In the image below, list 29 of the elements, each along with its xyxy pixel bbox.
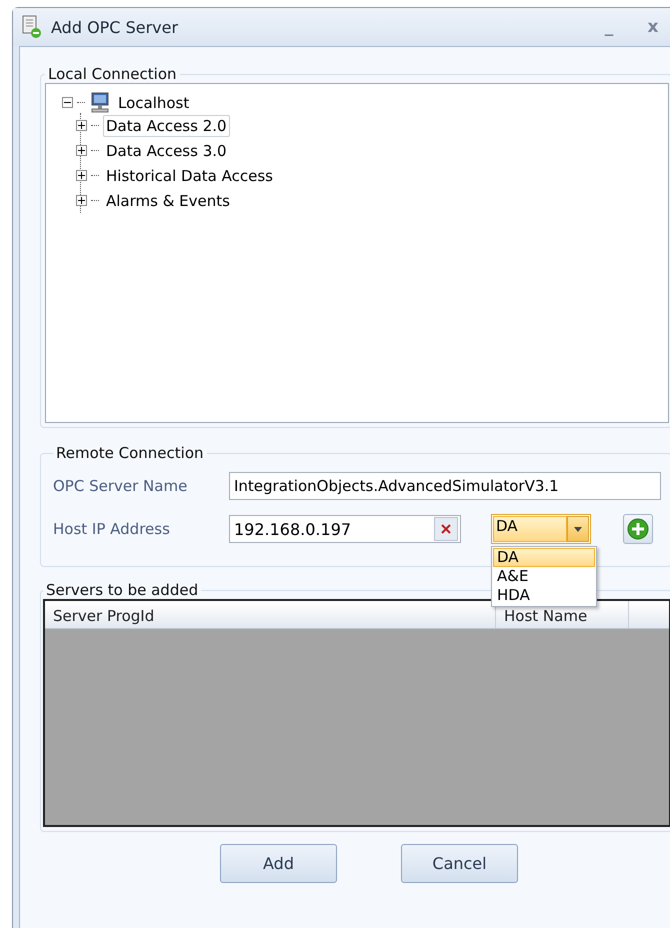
field-label: OPC Server Name <box>53 477 188 495</box>
window-title: Add OPC Server <box>51 18 180 36</box>
input-field[interactable]: IntegrationObjects.AdvancedSimulatorV3.1 <box>229 472 661 500</box>
caret-icon <box>574 526 582 532</box>
expand-icon[interactable] <box>76 145 87 156</box>
tree-item[interactable]: Data Access 2.0 <box>103 114 230 136</box>
tree-item[interactable]: Historical Data Access <box>103 164 276 186</box>
collapse-icon[interactable] <box>62 97 73 108</box>
computer-icon <box>89 92 111 114</box>
expand-icon[interactable] <box>76 195 87 206</box>
column-header[interactable]: Host Name <box>496 601 629 628</box>
dropdown-option[interactable]: DA <box>493 548 595 567</box>
group-title: Remote Connection <box>55 444 205 462</box>
tree-item[interactable]: Data Access 3.0 <box>103 140 230 162</box>
expand-icon[interactable] <box>76 120 87 131</box>
tree-item[interactable]: Localhost <box>115 92 192 114</box>
clear-icon[interactable] <box>440 523 452 535</box>
column-header[interactable]: Server ProgId <box>45 601 496 628</box>
dialog-button[interactable]: Cancel <box>401 844 518 883</box>
group-title: Servers to be added <box>45 581 200 599</box>
dialog-button[interactable]: Add <box>220 844 337 883</box>
add-button[interactable] <box>623 514 653 544</box>
expand-icon[interactable] <box>76 170 87 181</box>
tree-item[interactable]: Alarms & Events <box>103 190 233 212</box>
plus-icon <box>627 518 649 540</box>
group-title: Local Connection <box>47 65 178 83</box>
dropdown-option[interactable]: A&E <box>493 567 595 586</box>
input-field[interactable]: 192.168.0.197 <box>229 515 461 543</box>
field-label: Host IP Address <box>53 520 171 538</box>
